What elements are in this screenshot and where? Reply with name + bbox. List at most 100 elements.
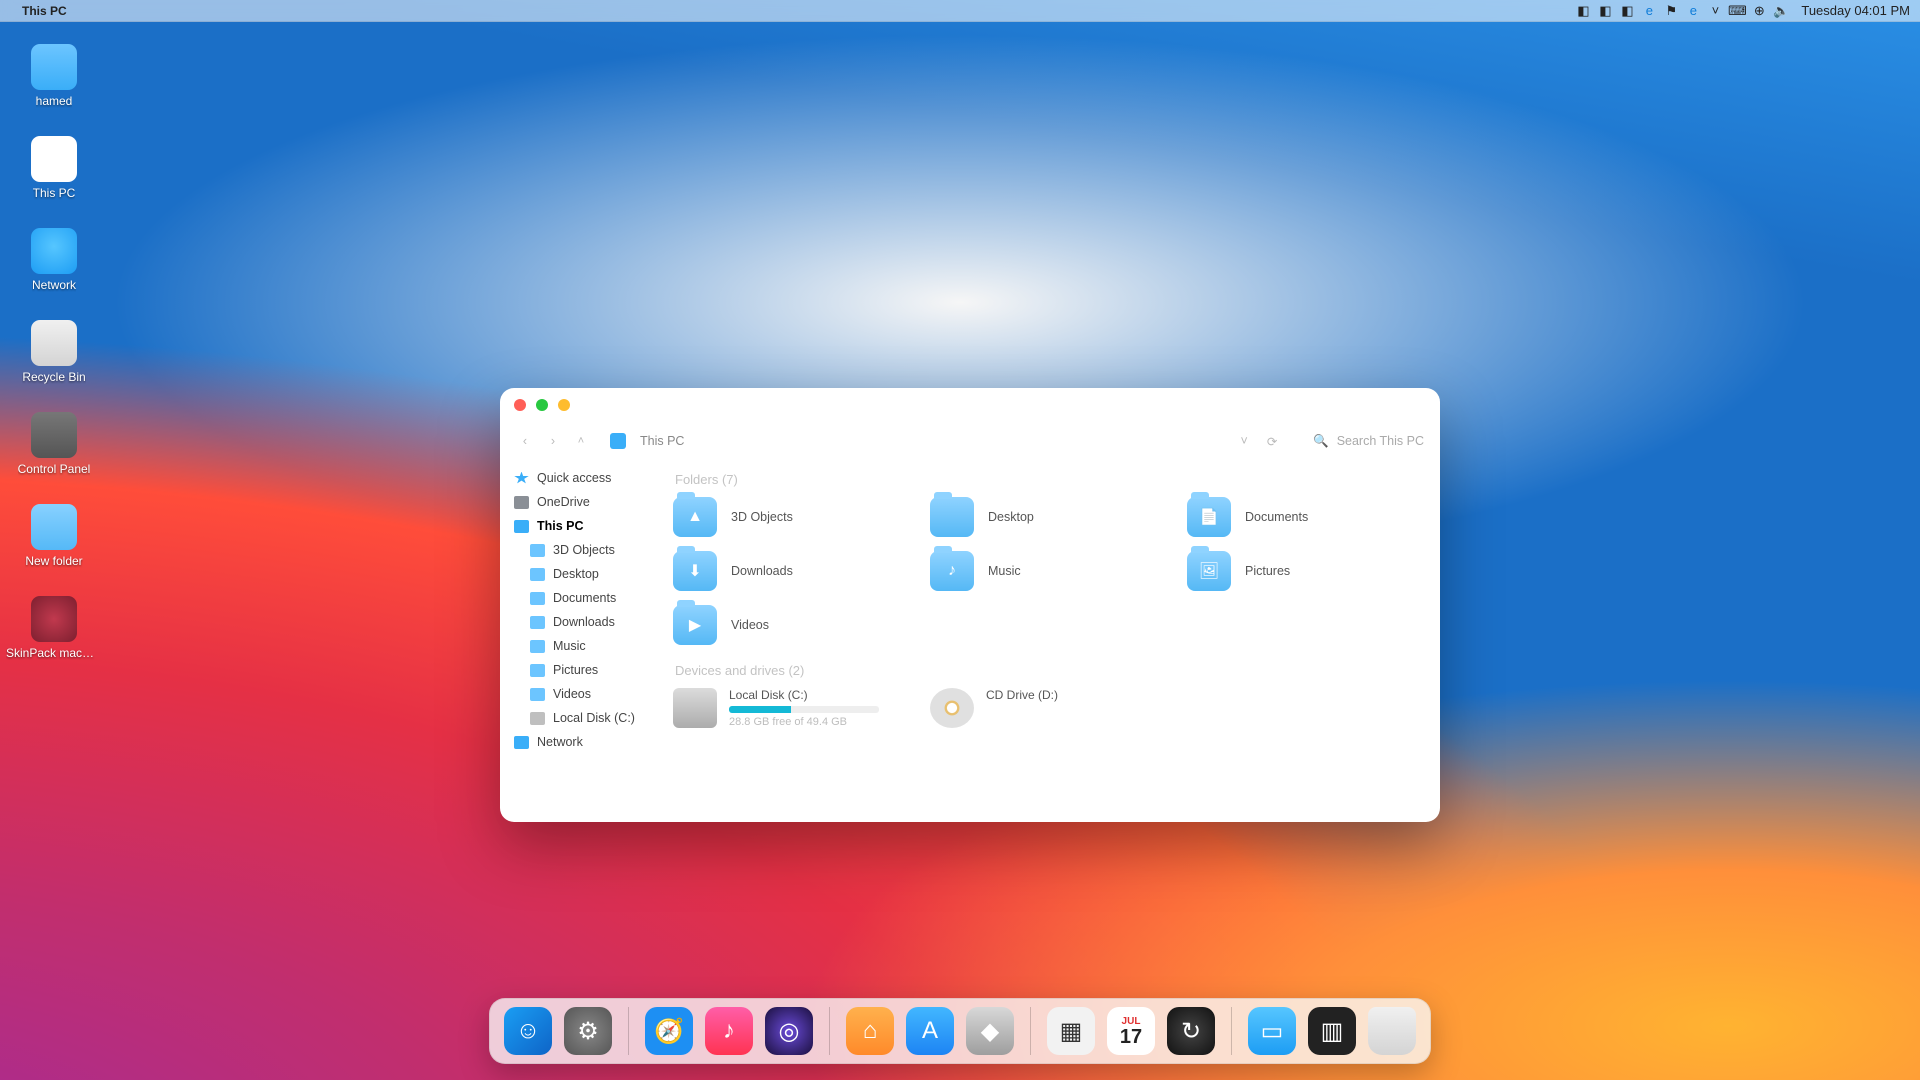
tray-security-icon[interactable]: ⚑ <box>1663 3 1679 19</box>
sidebar-item-downloads[interactable]: Downloads <box>500 610 665 634</box>
tray-icon-1[interactable]: ◧ <box>1575 3 1591 19</box>
sidebar-this-pc[interactable]: This PC <box>500 514 665 538</box>
hdd-icon <box>673 688 717 728</box>
folder-desktop[interactable]: Desktop <box>930 497 1163 537</box>
desktop-icon-network[interactable]: Network <box>6 228 102 292</box>
dock-mission-ctrl[interactable]: ▥ <box>1308 1007 1356 1055</box>
pc-icon <box>514 520 529 533</box>
dock-music[interactable]: ♪ <box>705 1007 753 1055</box>
desktop-icon-label: Network <box>32 278 76 292</box>
dock: ☺ ⚙ 🧭 ♪ ◎ ⌂ A ◆ ▦ JUL 17 ↻ ▭ ▥ <box>489 998 1431 1064</box>
titlebar[interactable] <box>500 388 1440 422</box>
menubar-app-name[interactable]: This PC <box>22 4 67 18</box>
sidebar-item-music[interactable]: Music <box>500 634 665 658</box>
tray-keyboard-icon[interactable]: ⌨ <box>1729 3 1745 19</box>
sidebar-network[interactable]: Network <box>500 730 665 754</box>
dock-safari[interactable]: 🧭 <box>645 1007 693 1055</box>
dock-settings[interactable]: ⚙ <box>564 1007 612 1055</box>
dock-siri[interactable]: ◎ <box>765 1007 813 1055</box>
folder-icon <box>530 568 545 581</box>
traffic-lights <box>514 399 570 411</box>
maximize-icon[interactable] <box>558 399 570 411</box>
menubar-clock[interactable]: Tuesday 04:01 PM <box>1801 3 1910 18</box>
sidebar-item-pictures[interactable]: Pictures <box>500 658 665 682</box>
network-icon <box>31 228 77 274</box>
dock-show-desktop[interactable]: ▭ <box>1248 1007 1296 1055</box>
dock-finder[interactable]: ☺ <box>504 1007 552 1055</box>
tray-chevron-icon[interactable]: ˅ <box>1707 3 1723 19</box>
desktop-icon-control-panel[interactable]: Control Panel <box>6 412 102 476</box>
dock-appstore[interactable]: A <box>906 1007 954 1055</box>
folder-icon <box>530 616 545 629</box>
sidebar-item-label: Local Disk (C:) <box>553 711 635 725</box>
nav-back-icon[interactable]: ‹ <box>516 434 534 448</box>
tray-icon-3[interactable]: ◧ <box>1619 3 1635 19</box>
drive-icon <box>530 712 545 725</box>
folder-videos[interactable]: ▶ Videos <box>673 605 906 645</box>
drives-header[interactable]: Devices and drives (2) <box>675 663 1420 678</box>
folder-3d-objects[interactable]: ▲ 3D Objects <box>673 497 906 537</box>
search-box[interactable]: 🔍 Search This PC <box>1313 434 1424 449</box>
recycle-bin-icon <box>31 320 77 366</box>
system-tray: ◧ ◧ ◧ e ⚑ e ˅ ⌨ ⊕ 🔈 Tuesday 04:01 PM <box>1575 3 1910 19</box>
folder-label: Music <box>988 564 1021 578</box>
dock-timemachine[interactable]: ↻ <box>1167 1007 1215 1055</box>
sidebar-item-label: Documents <box>553 591 616 605</box>
folder-label: Videos <box>731 618 769 632</box>
folder-icon: 🖼 <box>1187 551 1231 591</box>
tray-volume-icon[interactable]: 🔈 <box>1773 3 1789 19</box>
folder-icon: ▶ <box>673 605 717 645</box>
breadcrumb-dropdown-icon[interactable]: ˅ <box>1235 434 1253 448</box>
folders-header[interactable]: Folders (7) <box>675 472 1420 487</box>
dock-calendar[interactable]: JUL 17 <box>1107 1007 1155 1055</box>
desktop-icon-recycle-bin[interactable]: Recycle Bin <box>6 320 102 384</box>
dock-separator <box>1030 1007 1031 1055</box>
folder-documents[interactable]: 📄 Documents <box>1187 497 1420 537</box>
new-folder-icon <box>31 504 77 550</box>
desktop-icon-this-pc[interactable]: This PC <box>6 136 102 200</box>
folder-pictures[interactable]: 🖼 Pictures <box>1187 551 1420 591</box>
tray-icon-2[interactable]: ◧ <box>1597 3 1613 19</box>
network-icon <box>514 736 529 749</box>
folder-music[interactable]: ♪ Music <box>930 551 1163 591</box>
dock-bootcamp[interactable]: ◆ <box>966 1007 1014 1055</box>
nav-up-icon[interactable]: ˄ <box>572 435 590 447</box>
sidebar-item-desktop[interactable]: Desktop <box>500 562 665 586</box>
folder-icon: ⬇ <box>673 551 717 591</box>
sidebar-item-3d-objects[interactable]: 3D Objects <box>500 538 665 562</box>
toolbar: ‹ › ˄ This PC ˅ ⟳ 🔍 Search This PC <box>500 422 1440 460</box>
folder-label: Documents <box>1245 510 1308 524</box>
refresh-icon[interactable]: ⟳ <box>1263 434 1281 449</box>
drive-free-text: 28.8 GB free of 49.4 GB <box>729 716 906 728</box>
tray-edge2-icon[interactable]: e <box>1685 3 1701 19</box>
folder-downloads[interactable]: ⬇ Downloads <box>673 551 906 591</box>
sidebar-item-local-disk-c-[interactable]: Local Disk (C:) <box>500 706 665 730</box>
search-icon: 🔍 <box>1313 434 1329 449</box>
close-icon[interactable] <box>514 399 526 411</box>
tray-edge-icon[interactable]: e <box>1641 3 1657 19</box>
dock-trash[interactable] <box>1368 1007 1416 1055</box>
desktop-icon-new-folder[interactable]: New folder <box>6 504 102 568</box>
sidebar-quick-access[interactable]: Quick access <box>500 466 665 490</box>
dock-home[interactable]: ⌂ <box>846 1007 894 1055</box>
folder-label: 3D Objects <box>731 510 793 524</box>
sidebar-item-videos[interactable]: Videos <box>500 682 665 706</box>
desktop-icon-skinpack[interactable]: SkinPack macOS B... <box>6 596 102 660</box>
cloud-icon <box>514 496 529 509</box>
breadcrumb[interactable]: This PC <box>640 434 684 448</box>
drive-local-c[interactable]: Local Disk (C:) 28.8 GB free of 49.4 GB <box>673 688 906 728</box>
nav-forward-icon[interactable]: › <box>544 434 562 448</box>
desktop-icon-label: SkinPack macOS B... <box>6 646 102 660</box>
this-pc-icon <box>31 136 77 182</box>
dock-launchpad[interactable]: ▦ <box>1047 1007 1095 1055</box>
search-placeholder: Search This PC <box>1337 434 1424 448</box>
desktop-icon-user-folder[interactable]: hamed <box>6 44 102 108</box>
tray-network-icon[interactable]: ⊕ <box>1751 3 1767 19</box>
sidebar-item-documents[interactable]: Documents <box>500 586 665 610</box>
user-folder-icon <box>31 44 77 90</box>
folder-label: Pictures <box>1245 564 1290 578</box>
dock-separator <box>1231 1007 1232 1055</box>
minimize-icon[interactable] <box>536 399 548 411</box>
sidebar-onedrive[interactable]: OneDrive <box>500 490 665 514</box>
drive-cd-d[interactable]: CD Drive (D:) <box>930 688 1163 728</box>
